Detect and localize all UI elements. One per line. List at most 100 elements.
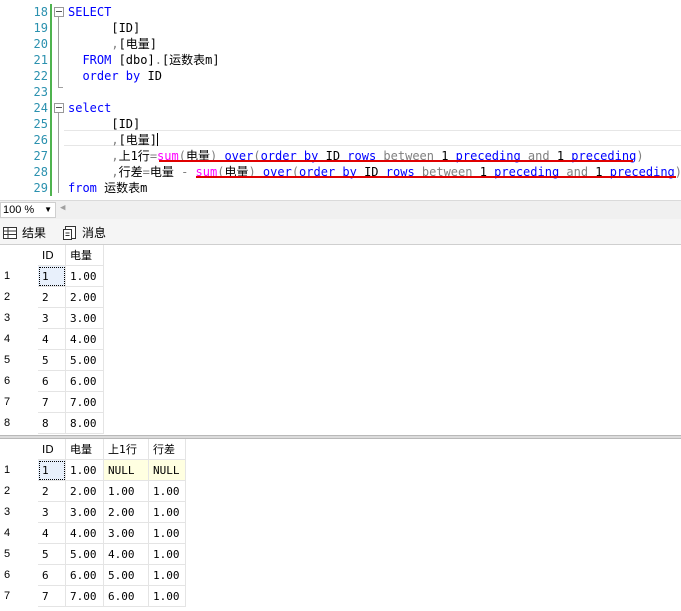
column-header[interactable]: 行差 bbox=[149, 439, 186, 460]
table-cell[interactable]: 3.00 bbox=[66, 308, 104, 329]
row-number[interactable]: 4 bbox=[0, 523, 38, 544]
table-cell[interactable]: 3 bbox=[38, 308, 66, 329]
zoom-value: 100 % bbox=[3, 204, 35, 216]
table-cell[interactable]: 7.00 bbox=[66, 586, 104, 607]
row-number[interactable]: 7 bbox=[0, 392, 38, 413]
table-cell[interactable]: 1.00 bbox=[149, 544, 186, 565]
collapse-icon[interactable] bbox=[54, 103, 64, 113]
row-number[interactable]: 1 bbox=[0, 266, 38, 287]
result-grid-2[interactable]: ID 电量 上1行 行差 1 1 1.00 NULL NULL 2 2 2.00 1.00 1.00 3 3 3… bbox=[0, 439, 681, 611]
code-line[interactable]: [ID] bbox=[68, 20, 140, 36]
table-cell[interactable]: 1.00 bbox=[149, 523, 186, 544]
code-line[interactable]: [ID] bbox=[68, 116, 140, 132]
row-number[interactable]: 1 bbox=[0, 460, 38, 481]
table-cell[interactable]: 1.00 bbox=[149, 565, 186, 586]
collapse-icon[interactable] bbox=[54, 7, 64, 17]
code-token: [ID] bbox=[68, 117, 141, 131]
table-cell[interactable]: 1 bbox=[38, 266, 66, 287]
sql-editor[interactable]: 18 19 20 21 22 23 24 25 26 27 28 29 SELECT [ID] ,[电… bbox=[0, 0, 681, 200]
table-cell[interactable]: 6 bbox=[38, 371, 66, 392]
row-number[interactable]: 2 bbox=[0, 481, 38, 502]
fold-line bbox=[58, 113, 59, 193]
results-tab-strip: 结果 消息 bbox=[0, 219, 681, 245]
table-cell[interactable]: 1.00 bbox=[66, 266, 104, 287]
row-number[interactable]: 3 bbox=[0, 502, 38, 523]
table-cell[interactable]: 6.00 bbox=[66, 371, 104, 392]
table-cell[interactable]: 3 bbox=[38, 502, 66, 523]
column-header[interactable]: 上1行 bbox=[104, 439, 149, 460]
table-cell[interactable]: 8 bbox=[38, 413, 66, 434]
table-cell[interactable]: 7 bbox=[38, 392, 66, 413]
table-cell[interactable]: 7.00 bbox=[66, 392, 104, 413]
table-cell[interactable]: 4.00 bbox=[104, 544, 149, 565]
code-token: SELECT bbox=[68, 5, 112, 19]
row-number[interactable]: 7 bbox=[0, 586, 38, 607]
table-cell[interactable]: 4 bbox=[38, 329, 66, 350]
row-number[interactable]: 5 bbox=[0, 544, 38, 565]
table-cell[interactable]: 3.00 bbox=[66, 502, 104, 523]
table-cell[interactable]: 1.00 bbox=[104, 481, 149, 502]
code-token: , bbox=[68, 37, 119, 51]
table-cell[interactable]: 2.00 bbox=[66, 287, 104, 308]
column-header[interactable]: ID bbox=[38, 439, 66, 460]
column-header[interactable]: ID bbox=[38, 245, 66, 266]
row-number[interactable]: 2 bbox=[0, 287, 38, 308]
table-cell[interactable]: 6 bbox=[38, 565, 66, 586]
table-cell[interactable]: 5.00 bbox=[66, 350, 104, 371]
table-cell[interactable]: 4.00 bbox=[66, 523, 104, 544]
table-cell[interactable]: 4.00 bbox=[66, 329, 104, 350]
table-cell[interactable]: NULL bbox=[104, 460, 149, 481]
table-cell[interactable]: 8.00 bbox=[66, 413, 104, 434]
code-line[interactable]: SELECT bbox=[68, 4, 111, 20]
table-cell[interactable]: 2 bbox=[38, 481, 66, 502]
row-number[interactable]: 4 bbox=[0, 329, 38, 350]
table-cell[interactable]: 2 bbox=[38, 287, 66, 308]
line-number: 25 bbox=[33, 117, 48, 131]
table-cell[interactable]: 1.00 bbox=[149, 586, 186, 607]
tab-messages[interactable]: 消息 bbox=[60, 223, 140, 243]
line-number: 23 bbox=[33, 85, 48, 99]
grid-icon bbox=[3, 227, 17, 239]
table-cell[interactable]: 2.00 bbox=[66, 481, 104, 502]
row-number[interactable]: 6 bbox=[0, 371, 38, 392]
result-grid-1[interactable]: ID 电量 1 1 1.00 2 2 2.00 3 3 3.00 4 4 4.00 5 5 5.00 6 6 6.00… bbox=[0, 245, 681, 435]
table-cell[interactable]: 1.00 bbox=[66, 460, 104, 481]
table-cell[interactable]: 6.00 bbox=[104, 586, 149, 607]
outline-fold-bar bbox=[52, 0, 64, 200]
fold-line bbox=[58, 17, 59, 87]
code-line[interactable]: FROM [dbo].[运数表m] bbox=[68, 52, 219, 68]
table-cell[interactable]: 1.00 bbox=[149, 502, 186, 523]
row-number[interactable]: 3 bbox=[0, 308, 38, 329]
line-number: 28 bbox=[33, 165, 48, 179]
code-token: - bbox=[181, 165, 196, 179]
code-token: 电量 bbox=[149, 165, 182, 179]
code-token: . bbox=[154, 53, 162, 67]
table-cell[interactable]: 7 bbox=[38, 586, 66, 607]
table-cell[interactable]: 5.00 bbox=[66, 544, 104, 565]
line-number: 19 bbox=[33, 21, 48, 35]
table-cell[interactable]: NULL bbox=[149, 460, 186, 481]
column-header[interactable]: 电量 bbox=[66, 439, 104, 460]
code-line[interactable]: select bbox=[68, 100, 111, 116]
table-cell[interactable]: 2.00 bbox=[104, 502, 149, 523]
table-cell[interactable]: 1 bbox=[38, 460, 66, 481]
zoom-dropdown[interactable]: 100 % ▼ bbox=[0, 202, 56, 218]
row-number[interactable]: 8 bbox=[0, 413, 38, 434]
table-cell[interactable]: 5 bbox=[38, 544, 66, 565]
row-number[interactable]: 5 bbox=[0, 350, 38, 371]
column-header[interactable]: 电量 bbox=[66, 245, 104, 266]
table-cell[interactable]: 4 bbox=[38, 523, 66, 544]
row-number[interactable]: 6 bbox=[0, 565, 38, 586]
scroll-left-arrow-icon[interactable]: ◀ bbox=[60, 203, 65, 213]
table-cell[interactable]: 5.00 bbox=[104, 565, 149, 586]
code-line[interactable]: order by ID bbox=[68, 68, 162, 84]
table-cell[interactable]: 3.00 bbox=[104, 523, 149, 544]
code-line[interactable]: from 运数表m bbox=[68, 180, 147, 196]
code-token: FROM bbox=[68, 53, 119, 67]
table-cell[interactable]: 6.00 bbox=[66, 565, 104, 586]
code-line[interactable]: ,[电量] bbox=[68, 132, 159, 148]
chevron-down-icon: ▼ bbox=[44, 205, 52, 214]
table-cell[interactable]: 1.00 bbox=[149, 481, 186, 502]
table-cell[interactable]: 5 bbox=[38, 350, 66, 371]
code-line[interactable]: ,[电量] bbox=[68, 36, 157, 52]
